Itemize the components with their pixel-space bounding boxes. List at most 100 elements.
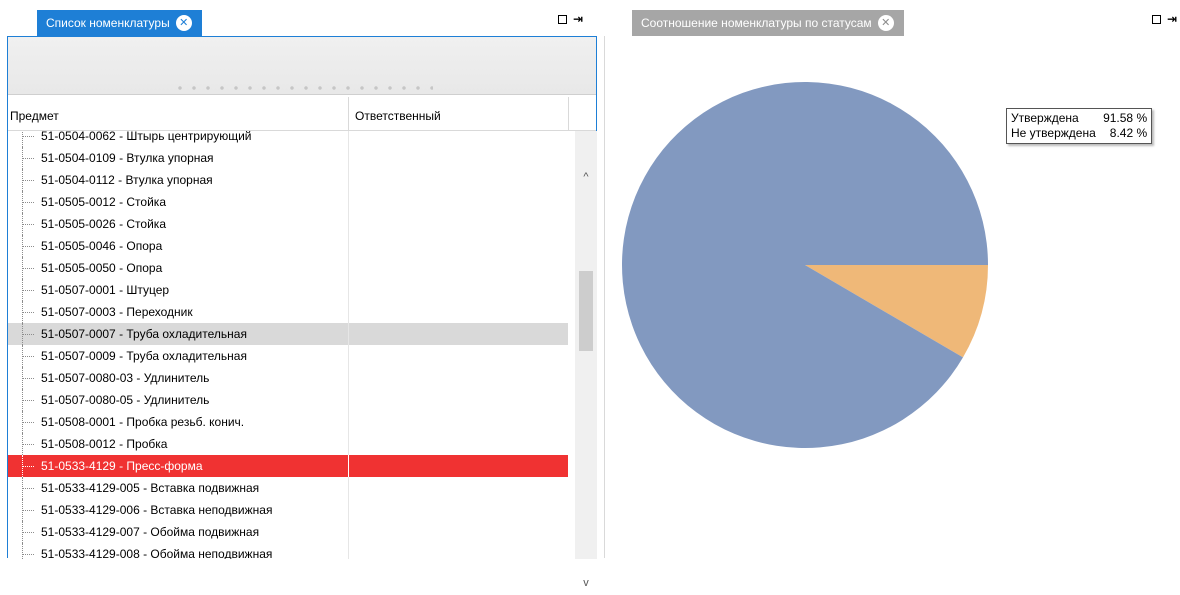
tree-row[interactable]: 51-0504-0112 - Втулка упорная xyxy=(8,169,568,191)
tree-row[interactable]: 51-0533-4129-007 - Обойма подвижная xyxy=(8,521,568,543)
cell-responsible[interactable] xyxy=(348,235,568,257)
cell-item-text: 51-0533-4129 - Пресс-форма xyxy=(41,459,203,473)
scroll-up-icon[interactable]: ^ xyxy=(575,171,597,189)
cell-item[interactable]: 51-0504-0062 - Штырь центрирующий xyxy=(8,131,348,147)
tree-row[interactable]: 51-0533-4129 - Пресс-форма xyxy=(8,455,568,477)
tree-row[interactable]: 51-0505-0050 - Опора xyxy=(8,257,568,279)
tab-status-ratio[interactable]: Соотношение номенклатуры по статусам ✕ xyxy=(632,10,904,36)
grid-header: Предмет Ответственный xyxy=(8,97,596,131)
cell-item[interactable]: 51-0507-0007 - Труба охладительная xyxy=(8,323,348,345)
pin-icon[interactable]: ⇥ xyxy=(573,13,583,25)
cell-responsible[interactable] xyxy=(348,543,568,559)
cell-responsible[interactable] xyxy=(348,279,568,301)
cell-responsible[interactable] xyxy=(348,169,568,191)
cell-responsible[interactable] xyxy=(348,191,568,213)
cell-responsible[interactable] xyxy=(348,477,568,499)
legend-entry-approved: Утверждена 91.58 % xyxy=(1011,111,1147,126)
column-separator[interactable] xyxy=(568,97,569,131)
tree-row[interactable]: 51-0507-0080-03 - Удлинитель xyxy=(8,367,568,389)
column-header-responsible[interactable]: Ответственный xyxy=(355,109,441,123)
splitter-grip[interactable] xyxy=(173,85,433,91)
tree-row[interactable]: 51-0533-4129-006 - Вставка неподвижная xyxy=(8,499,568,521)
cell-item[interactable]: 51-0533-4129-008 - Обойма неподвижная xyxy=(8,543,348,559)
cell-item[interactable]: 51-0533-4129-005 - Вставка подвижная xyxy=(8,477,348,499)
scroll-thumb[interactable] xyxy=(579,271,593,351)
cell-item[interactable]: 51-0507-0001 - Штуцер xyxy=(8,279,348,301)
cell-item-text: 51-0507-0003 - Переходник xyxy=(41,305,193,319)
cell-item[interactable]: 51-0505-0026 - Стойка xyxy=(8,213,348,235)
cell-responsible[interactable] xyxy=(348,345,568,367)
restore-icon[interactable] xyxy=(1152,15,1161,24)
cell-item[interactable]: 51-0505-0050 - Опора xyxy=(8,257,348,279)
tree-row[interactable]: 51-0507-0080-05 - Удлинитель xyxy=(8,389,568,411)
tree-row[interactable]: 51-0504-0062 - Штырь центрирующий xyxy=(8,131,568,147)
tree-branch xyxy=(22,422,34,423)
close-icon[interactable]: ✕ xyxy=(877,15,894,31)
cell-item[interactable]: 51-0507-0003 - Переходник xyxy=(8,301,348,323)
pin-icon[interactable]: ⇥ xyxy=(1167,13,1177,25)
tree-row[interactable]: 51-0508-0001 - Пробка резьб. конич. xyxy=(8,411,568,433)
tree-branch xyxy=(22,312,34,313)
tree-row[interactable]: 51-0507-0009 - Труба охладительная xyxy=(8,345,568,367)
cell-item-text: 51-0504-0109 - Втулка упорная xyxy=(41,151,214,165)
scroll-down-icon[interactable]: v xyxy=(575,577,597,595)
cell-responsible[interactable] xyxy=(348,411,568,433)
tree-branch xyxy=(22,356,34,357)
cell-item[interactable]: 51-0505-0046 - Опора xyxy=(8,235,348,257)
cell-item-text: 51-0504-0112 - Втулка упорная xyxy=(41,173,213,187)
tree-branch xyxy=(22,554,34,555)
cell-responsible[interactable] xyxy=(348,499,568,521)
cell-item-text: 51-0508-0012 - Пробка xyxy=(41,437,168,451)
close-icon[interactable]: ✕ xyxy=(175,15,192,31)
cell-responsible[interactable] xyxy=(348,367,568,389)
cell-item[interactable]: 51-0505-0012 - Стойка xyxy=(8,191,348,213)
cell-responsible[interactable] xyxy=(348,389,568,411)
chart-legend: Утверждена 91.58 % Не утверждена 8.42 % xyxy=(1006,108,1153,144)
cell-item[interactable]: 51-0508-0012 - Пробка xyxy=(8,433,348,455)
cell-responsible[interactable] xyxy=(348,213,568,235)
tree-row[interactable]: 51-0504-0109 - Втулка упорная xyxy=(8,147,568,169)
cell-item[interactable]: 51-0533-4129-007 - Обойма подвижная xyxy=(8,521,348,543)
column-header-item[interactable]: Предмет xyxy=(10,109,59,123)
cell-item[interactable]: 51-0507-0080-05 - Удлинитель xyxy=(8,389,348,411)
cell-item-text: 51-0533-4129-005 - Вставка подвижная xyxy=(41,481,260,495)
nomenclature-list-panel: Список номенклатуры ✕ ⇥ Предмет Ответств… xyxy=(0,0,604,589)
tree-row[interactable]: 51-0505-0012 - Стойка xyxy=(8,191,568,213)
cell-responsible[interactable] xyxy=(348,257,568,279)
cell-item[interactable]: 51-0507-0009 - Труба охладительная xyxy=(8,345,348,367)
tree-row[interactable]: 51-0507-0003 - Переходник xyxy=(8,301,568,323)
cell-responsible[interactable] xyxy=(348,301,568,323)
cell-responsible[interactable] xyxy=(348,147,568,169)
cell-responsible[interactable] xyxy=(348,433,568,455)
cell-responsible[interactable] xyxy=(348,521,568,543)
cell-item-text: 51-0504-0062 - Штырь центрирующий xyxy=(41,131,252,143)
tab-nomenclature-list[interactable]: Список номенклатуры ✕ xyxy=(37,10,202,36)
vertical-scrollbar[interactable]: ^ v xyxy=(575,131,597,589)
tree-row[interactable]: 51-0508-0012 - Пробка xyxy=(8,433,568,455)
cell-item[interactable]: 51-0504-0112 - Втулка упорная xyxy=(8,169,348,191)
cell-item-text: 51-0507-0080-05 - Удлинитель xyxy=(41,393,210,407)
tree-branch xyxy=(22,180,34,181)
tree-row[interactable]: 51-0533-4129-005 - Вставка подвижная xyxy=(8,477,568,499)
cell-responsible[interactable] xyxy=(348,323,568,345)
tree-row[interactable]: 51-0505-0026 - Стойка xyxy=(8,213,568,235)
cell-item[interactable]: 51-0507-0080-03 - Удлинитель xyxy=(8,367,348,389)
cell-item[interactable]: 51-0508-0001 - Пробка резьб. конич. xyxy=(8,411,348,433)
grid-frame: Предмет Ответственный 51-0504-0062 - Шты… xyxy=(7,36,597,589)
cell-item[interactable]: 51-0533-4129 - Пресс-форма xyxy=(8,455,348,477)
tree-row[interactable]: 51-0505-0046 - Опора xyxy=(8,235,568,257)
tree-row[interactable]: 51-0507-0001 - Штуцер xyxy=(8,279,568,301)
legend-value: 91.58 % xyxy=(1103,111,1148,125)
restore-icon[interactable] xyxy=(558,15,567,24)
tree-row[interactable]: 51-0507-0007 - Труба охладительная xyxy=(8,323,568,345)
column-separator[interactable] xyxy=(348,97,349,131)
tree-row[interactable]: 51-0533-4129-008 - Обойма неподвижная xyxy=(8,543,568,559)
pie-slice-approved[interactable] xyxy=(622,81,988,448)
tab-status-ratio-label: Соотношение номенклатуры по статусам xyxy=(641,16,872,30)
cell-responsible[interactable] xyxy=(348,455,568,477)
cell-responsible[interactable] xyxy=(348,131,568,147)
cell-item-text: 51-0505-0026 - Стойка xyxy=(41,217,166,231)
tree-branch xyxy=(22,532,34,533)
cell-item[interactable]: 51-0533-4129-006 - Вставка неподвижная xyxy=(8,499,348,521)
cell-item[interactable]: 51-0504-0109 - Втулка упорная xyxy=(8,147,348,169)
